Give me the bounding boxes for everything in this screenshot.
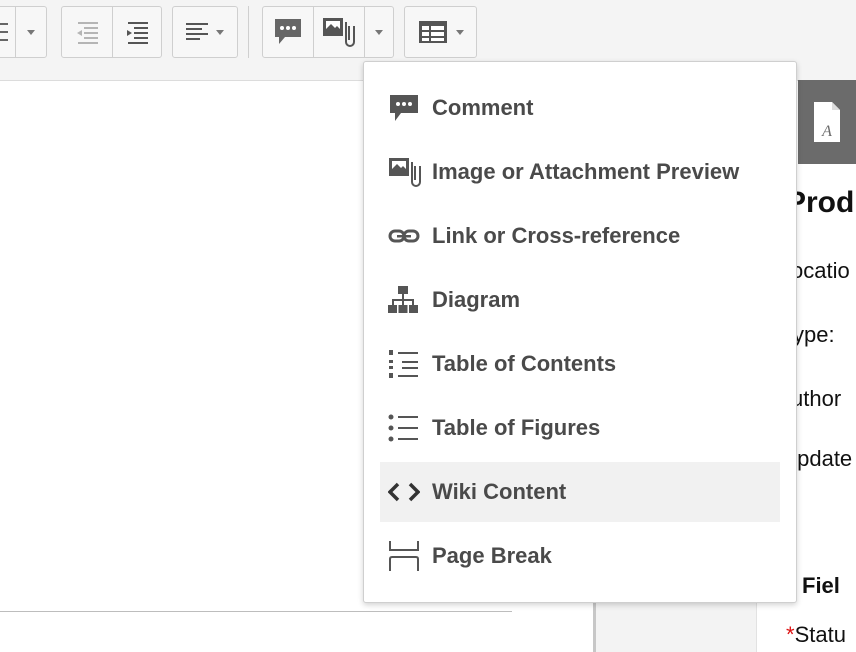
menu-item-label: Table of Figures bbox=[432, 415, 601, 440]
indent-icon bbox=[127, 22, 148, 44]
insert-dropdown-menu: Comment Image or Attachment Preview Link… bbox=[363, 61, 797, 603]
indent-button-group bbox=[61, 6, 162, 58]
document-icon: A bbox=[814, 102, 840, 142]
menu-item-table-of-contents[interactable]: Table of Contents bbox=[380, 334, 780, 394]
menu-item-page-break[interactable]: Page Break bbox=[380, 526, 780, 586]
table-of-contents-icon bbox=[389, 350, 418, 378]
comment-icon bbox=[390, 95, 418, 121]
table-icon bbox=[418, 21, 447, 43]
chevron-down-icon bbox=[375, 29, 383, 35]
author-label: uthor bbox=[791, 386, 842, 411]
indent-button[interactable] bbox=[113, 7, 161, 57]
list-icon bbox=[0, 23, 8, 41]
list-button-group bbox=[0, 6, 47, 58]
menu-item-diagram[interactable]: Diagram bbox=[380, 270, 780, 330]
menu-item-image-attachment-preview[interactable]: Image or Attachment Preview bbox=[380, 142, 780, 202]
menu-item-label: Link or Cross-reference bbox=[432, 223, 681, 248]
type-label: ype: bbox=[793, 322, 835, 347]
svg-text:A: A bbox=[821, 123, 832, 140]
menu-item-link-cross-reference[interactable]: Link or Cross-reference bbox=[380, 206, 780, 266]
comment-button[interactable] bbox=[263, 7, 313, 57]
updated-label: Ipdate bbox=[791, 446, 853, 471]
image-attachment-button[interactable] bbox=[314, 7, 364, 57]
code-icon bbox=[388, 482, 420, 502]
document-thumbnail: A bbox=[798, 80, 856, 164]
page-break-icon bbox=[389, 541, 419, 571]
align-button-group bbox=[172, 6, 238, 58]
menu-item-wiki-content[interactable]: Wiki Content bbox=[380, 462, 780, 522]
align-left-icon bbox=[186, 23, 208, 40]
table-dropdown-button[interactable] bbox=[405, 7, 476, 57]
fields-heading: Fiel bbox=[802, 573, 840, 598]
comment-icon bbox=[275, 19, 301, 44]
align-dropdown-button[interactable] bbox=[173, 7, 237, 57]
diagram-icon bbox=[388, 286, 418, 313]
menu-item-label: Image or Attachment Preview bbox=[432, 159, 740, 184]
status-text: Statu bbox=[794, 622, 846, 647]
menu-item-label: Diagram bbox=[432, 287, 521, 312]
menu-item-label: Comment bbox=[432, 95, 534, 120]
link-icon bbox=[388, 229, 420, 243]
chevron-down-icon bbox=[27, 29, 35, 35]
status-label: *Statu bbox=[786, 622, 846, 648]
menu-item-label: Table of Contents bbox=[432, 351, 617, 376]
image-attachment-icon bbox=[389, 158, 421, 187]
menu-item-table-of-figures[interactable]: Table of Figures bbox=[380, 398, 780, 458]
chevron-down-icon bbox=[455, 29, 464, 35]
list-dropdown-button[interactable] bbox=[16, 7, 46, 57]
menu-item-label: Page Break bbox=[432, 543, 552, 568]
list-button[interactable] bbox=[0, 7, 15, 57]
menu-item-comment[interactable]: Comment bbox=[380, 78, 780, 138]
menu-item-label: Wiki Content bbox=[432, 479, 567, 504]
insert-dropdown-button[interactable] bbox=[365, 7, 393, 57]
editor-bottom-line bbox=[0, 611, 512, 612]
table-button-group bbox=[404, 6, 477, 58]
insert-button-group bbox=[262, 6, 394, 58]
image-attachment-icon bbox=[323, 18, 355, 47]
location-label: ocatio bbox=[791, 258, 850, 283]
required-marker: * bbox=[786, 622, 795, 647]
outdent-button[interactable] bbox=[62, 7, 112, 57]
outdent-icon bbox=[77, 22, 98, 44]
chevron-down-icon bbox=[216, 29, 224, 35]
table-of-figures-icon bbox=[388, 414, 418, 442]
